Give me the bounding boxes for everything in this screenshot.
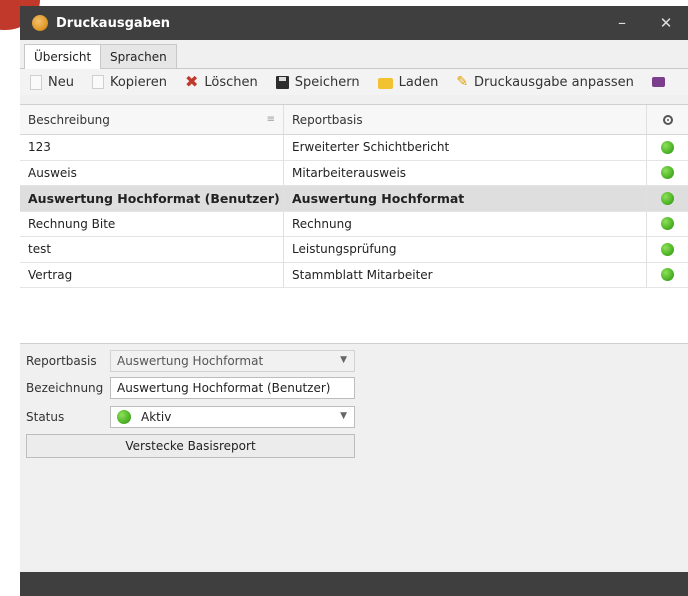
save-button[interactable]: Speichern [275, 74, 360, 90]
chevron-down-icon: ▼ [340, 411, 347, 421]
cell-description: 123 [20, 135, 284, 160]
name-row: Bezeichnung Auswertung Hochformat (Benut… [20, 377, 355, 399]
cell-status [647, 237, 688, 262]
bottom-bar [20, 572, 688, 596]
app-icon [32, 15, 48, 31]
tab-sprachen[interactable]: Sprachen [100, 44, 177, 68]
report-basis-value: Auswertung Hochformat [117, 354, 264, 368]
cell-status [647, 212, 688, 237]
name-label: Bezeichnung [26, 381, 104, 395]
table-row[interactable]: Ausweis Mitarbeiterausweis [20, 160, 688, 186]
cell-report-basis: Stammblatt Mitarbeiter [284, 262, 647, 287]
delete-icon: ✖ [184, 72, 199, 91]
cell-description: Vertrag [20, 262, 284, 287]
status-active-icon [661, 217, 674, 231]
print-button[interactable] [651, 77, 671, 87]
cell-report-basis: Leistungsprüfung [284, 237, 647, 262]
cell-status [647, 161, 688, 186]
cell-status [647, 186, 688, 211]
delete-button[interactable]: ✖ Löschen [184, 72, 258, 91]
status-icon [662, 114, 673, 125]
cell-description: Ausweis [20, 160, 284, 185]
table-row[interactable]: 123 Erweiterter Schichtbericht [20, 135, 688, 161]
delete-label: Löschen [204, 74, 258, 90]
druckausgaben-window: Druckausgaben – ✕ Übersicht Sprachen Neu… [20, 6, 688, 596]
cell-report-basis: Auswertung Hochformat [284, 186, 647, 211]
column-header-description-label: Beschreibung [28, 112, 110, 127]
status-active-icon [661, 166, 674, 180]
table-row[interactable]: Rechnung Bite Rechnung [20, 211, 688, 237]
status-select[interactable]: Aktiv ▼ [110, 406, 355, 428]
cell-status [647, 263, 688, 288]
tab-uebersicht[interactable]: Übersicht [24, 44, 102, 69]
status-label: Status [26, 410, 65, 424]
customize-label: Druckausgabe anpassen [474, 74, 634, 90]
customize-button[interactable]: ✎ Druckausgabe anpassen [456, 75, 634, 90]
copy-icon [91, 75, 104, 89]
close-button[interactable]: ✕ [648, 6, 684, 40]
minimize-button[interactable]: – [604, 6, 640, 40]
table-row[interactable]: test Leistungsprüfung [20, 237, 688, 263]
cell-status [647, 135, 688, 160]
hide-base-report-button[interactable]: Verstecke Basisreport [26, 434, 355, 458]
load-button[interactable]: Laden [377, 74, 439, 90]
table-row-selected[interactable]: Auswertung Hochformat (Benutzer) Auswert… [20, 186, 688, 212]
cell-report-basis: Mitarbeiterausweis [284, 160, 647, 185]
status-active-icon [661, 191, 674, 205]
print-icon [651, 77, 665, 87]
report-basis-label: Reportbasis [26, 354, 97, 368]
tab-bar: Übersicht Sprachen [20, 40, 688, 69]
sort-icon[interactable]: ≡ [267, 114, 275, 125]
status-active-icon [661, 140, 674, 154]
new-document-icon [30, 74, 42, 90]
cell-report-basis: Erweiterter Schichtbericht [284, 135, 647, 160]
copy-label: Kopieren [109, 74, 167, 90]
window-title: Druckausgaben [56, 15, 171, 31]
status-value: Aktiv [141, 410, 172, 424]
cell-description: test [20, 237, 284, 262]
folder-icon [377, 77, 393, 89]
name-value: Auswertung Hochformat (Benutzer) [117, 381, 331, 395]
column-header-report-basis[interactable]: Reportbasis [284, 105, 647, 134]
grid-header: Beschreibung ≡ Reportbasis [20, 105, 688, 135]
name-input[interactable]: Auswertung Hochformat (Benutzer) [110, 377, 355, 399]
report-basis-select[interactable]: Auswertung Hochformat ▼ [110, 350, 355, 372]
save-label: Speichern [294, 74, 360, 90]
status-active-icon [117, 410, 131, 424]
load-label: Laden [398, 74, 439, 90]
copy-button[interactable]: Kopieren [91, 74, 167, 90]
report-grid: Beschreibung ≡ Reportbasis 123 Erweitert… [20, 104, 688, 344]
cell-report-basis: Rechnung [284, 211, 647, 236]
save-icon [275, 75, 289, 89]
column-header-report-basis-label: Reportbasis [292, 112, 363, 127]
toolbar: Neu Kopieren ✖ Löschen Speichern Laden ✎… [20, 69, 688, 95]
cell-description: Rechnung Bite [20, 211, 284, 236]
column-header-description[interactable]: Beschreibung ≡ [20, 105, 284, 134]
status-active-icon [661, 268, 674, 282]
pencil-icon: ✎ [456, 74, 469, 90]
status-active-icon [661, 242, 674, 256]
new-label: Neu [48, 74, 74, 90]
table-row[interactable]: Vertrag Stammblatt Mitarbeiter [20, 262, 688, 288]
report-basis-row: Reportbasis Auswertung Hochformat ▼ [20, 350, 355, 372]
chevron-down-icon: ▼ [340, 355, 347, 365]
column-header-status[interactable] [647, 105, 688, 134]
cell-description: Auswertung Hochformat (Benutzer) [20, 186, 284, 211]
status-row: Status Aktiv ▼ [20, 406, 355, 428]
new-button[interactable]: Neu [30, 74, 74, 90]
title-bar[interactable]: Druckausgaben – ✕ [20, 6, 688, 40]
